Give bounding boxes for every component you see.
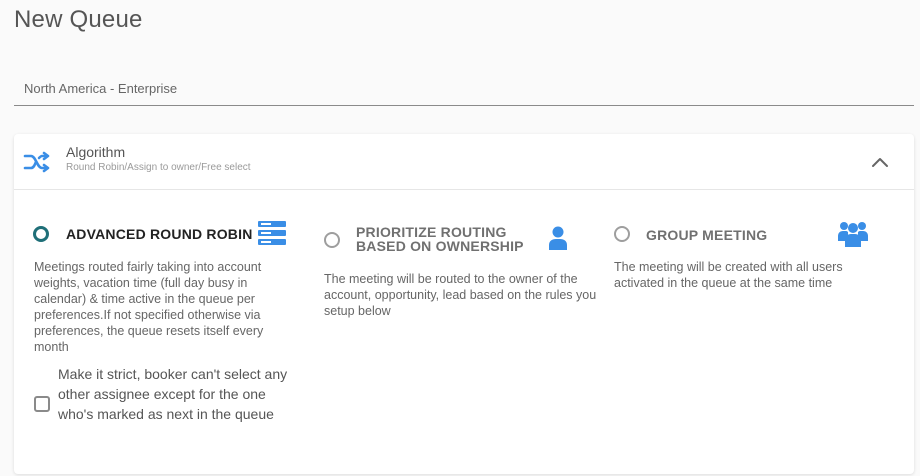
ownership-label-line2: BASED ON OWNERSHIP [356,238,524,254]
algorithm-panel-header[interactable]: Algorithm Round Robin/Assign to owner/Fr… [14,134,914,190]
chevron-up-icon[interactable] [870,154,890,170]
algorithm-title: Algorithm [66,144,126,160]
ownership-radio[interactable] [324,232,340,248]
group-meeting-description: The meeting will be created with all use… [614,260,843,290]
algorithm-panel: Algorithm Round Robin/Assign to owner/Fr… [14,134,914,474]
group-meeting-radio[interactable] [614,226,630,242]
ownership-label[interactable]: PRIORITIZE ROUTING BASED ON OWNERSHIP [356,225,524,253]
round-robin-label[interactable]: ADVANCED ROUND ROBIN [66,226,253,242]
ownership-description: The meeting will be routed to the owner … [324,272,597,318]
page-title: New Queue [14,6,143,33]
list-icon [258,221,286,245]
round-robin-description: Meetings routed fairly taking into accou… [34,260,264,354]
queue-name-input[interactable] [14,72,914,106]
users-icon [838,222,868,247]
user-icon [549,226,567,250]
round-robin-radio[interactable] [33,226,49,242]
strict-label[interactable]: Make it strict, booker can't select any … [58,364,298,424]
group-meeting-label[interactable]: GROUP MEETING [646,227,767,243]
shuffle-icon [23,151,50,173]
algorithm-subtitle: Round Robin/Assign to owner/Free select [66,162,251,173]
strict-checkbox[interactable] [34,396,50,412]
